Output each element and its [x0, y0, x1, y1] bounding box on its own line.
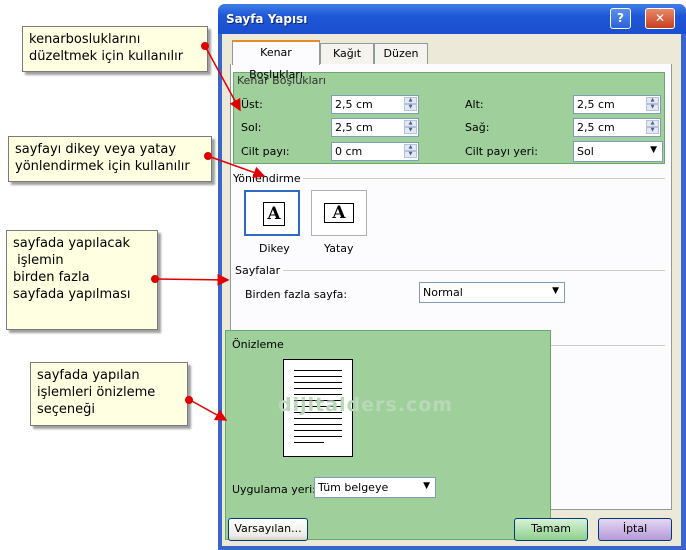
arrow-orientation — [207, 155, 266, 179]
arrow-pages — [155, 273, 230, 286]
arrow-preview — [189, 399, 228, 421]
callout-dot — [151, 275, 159, 283]
annotation-arrows — [155, 45, 266, 421]
callout-dot — [185, 396, 193, 404]
callout-dot — [204, 152, 212, 160]
callout-dot — [201, 42, 209, 50]
tab-margins[interactable]: Kenar Boşlukları — [232, 40, 320, 81]
